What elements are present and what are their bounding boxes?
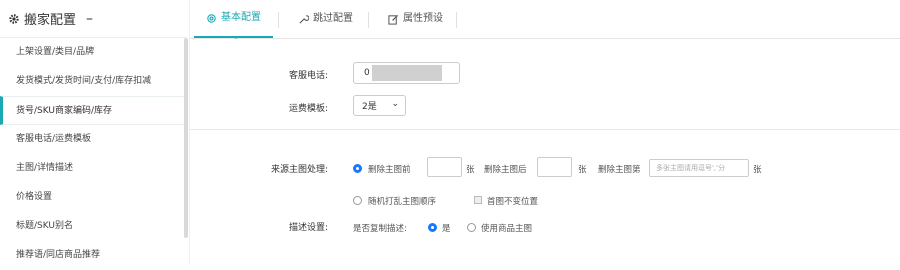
- copy-desc-label: 是否复制描述:: [353, 224, 407, 234]
- delete-front-label: 删除主图前: [368, 165, 411, 175]
- wrench-icon: [299, 14, 309, 24]
- sidebar-item-listing[interactable]: 上架设置/类目/品牌: [0, 38, 184, 67]
- sidebar-title: 搬家配置: [24, 13, 77, 28]
- service-phone-value: 0: [364, 68, 370, 78]
- divider: [189, 0, 190, 265]
- sidebar-scrollbar[interactable]: [184, 38, 188, 238]
- sidebar-item-recommend[interactable]: 推荐语/同店商品推荐: [0, 241, 184, 270]
- service-phone-label: 客服电话:: [288, 71, 328, 81]
- sidebar: 搬家配置 – 上架设置/类目/品牌 发货模式/发货时间/支付/库存扣减 货号/S…: [0, 0, 188, 265]
- delete-back-input[interactable]: [537, 157, 572, 177]
- tab-separator: [368, 12, 369, 28]
- service-phone-input[interactable]: 0: [353, 62, 460, 84]
- unit-label: 张: [753, 165, 762, 175]
- tab-indicator: [233, 36, 239, 39]
- tab-separator: [278, 12, 279, 28]
- radio-shuffle[interactable]: [353, 196, 362, 205]
- sidebar-item-sku[interactable]: 货号/SKU商家编码/库存: [0, 96, 184, 125]
- tab-skip-config[interactable]: 跳过配置: [286, 0, 365, 38]
- tab-attribute-preset-label: 属性预设: [403, 13, 443, 24]
- shipping-template-label: 运费模板:: [288, 104, 328, 114]
- delete-nth-label: 删除主图第: [598, 165, 641, 175]
- shipping-template-value: 2是: [362, 102, 377, 112]
- sidebar-item-shipping-mode[interactable]: 发货模式/发货时间/支付/库存扣减: [0, 67, 184, 96]
- gear-icon: [207, 13, 216, 23]
- sidebar-item-main-image[interactable]: 主图/详情描述: [0, 154, 184, 183]
- collapse-button[interactable]: –: [86, 11, 93, 27]
- unit-label: 张: [466, 165, 475, 175]
- gear-icon: [9, 13, 19, 24]
- edit-icon: [388, 14, 399, 25]
- tab-attribute-preset[interactable]: 属性预设: [376, 0, 455, 38]
- tab-basic-config[interactable]: 基本配置: [194, 0, 273, 38]
- sidebar-item-service-phone[interactable]: 客服电话/运费模板: [0, 125, 184, 154]
- tab-separator: [456, 12, 457, 28]
- section-divider: [190, 129, 900, 130]
- delete-back-label: 删除主图后: [484, 165, 527, 175]
- tab-bar: 基本配置 跳过配置 属性预设: [190, 0, 900, 39]
- radio-use-main-image[interactable]: [467, 223, 476, 232]
- main-image-label: 来源主图处理:: [270, 165, 328, 175]
- keep-first-checkbox[interactable]: [474, 196, 482, 204]
- keep-first-label: 首图不变位置: [487, 197, 539, 207]
- tab-basic-config-label: 基本配置: [221, 12, 261, 23]
- redacted-mask: [372, 65, 442, 81]
- shipping-template-select[interactable]: 2是 ⌄: [353, 95, 406, 116]
- sidebar-header: 搬家配置 –: [0, 0, 187, 38]
- tab-skip-config-label: 跳过配置: [313, 13, 353, 24]
- chevron-down-icon: ⌄: [391, 99, 399, 109]
- sidebar-item-price[interactable]: 价格设置: [0, 183, 184, 212]
- sidebar-list: 上架设置/类目/品牌 发货模式/发货时间/支付/库存扣减 货号/SKU商家编码/…: [0, 38, 184, 270]
- delete-front-input[interactable]: [427, 157, 462, 177]
- use-main-image-label: 使用商品主图: [481, 224, 533, 234]
- radio-delete-images[interactable]: [353, 164, 362, 173]
- radio-copy-yes[interactable]: [428, 223, 437, 232]
- sidebar-item-title[interactable]: 标题/SKU别名: [0, 212, 184, 241]
- shuffle-label: 随机打乱主图顺序: [368, 197, 437, 207]
- unit-label: 张: [578, 165, 587, 175]
- copy-yes-label: 是: [442, 224, 451, 234]
- delete-nth-input[interactable]: 多张主图请用逗号','分: [649, 159, 749, 177]
- desc-settings-label: 描述设置:: [288, 223, 328, 233]
